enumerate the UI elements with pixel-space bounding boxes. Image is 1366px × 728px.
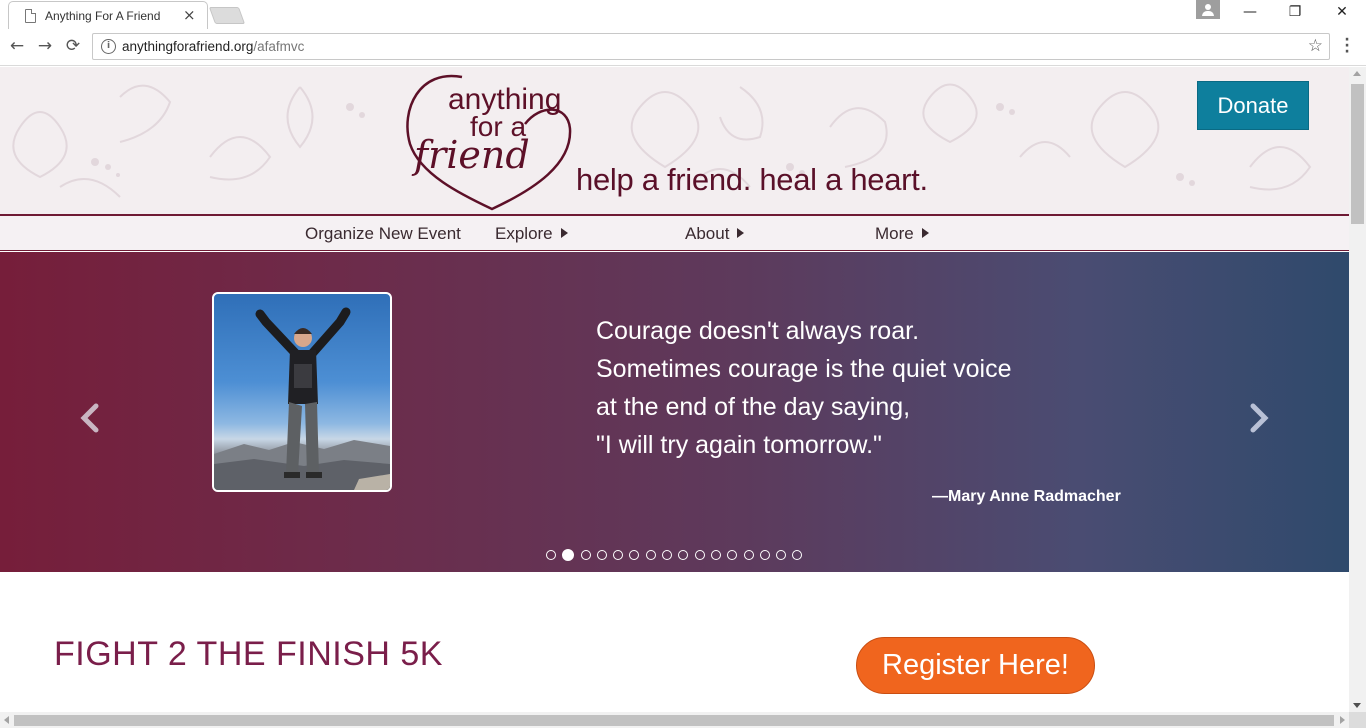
- scrollbar-corner: [1349, 712, 1366, 728]
- carousel-dot[interactable]: [776, 549, 787, 560]
- quote-line: at the end of the day saying,: [596, 393, 911, 421]
- tab-title: Anything For A Friend: [45, 9, 161, 23]
- nav-about[interactable]: About: [685, 224, 745, 244]
- carousel-dot[interactable]: [710, 549, 721, 560]
- horizontal-scrollbar[interactable]: [0, 712, 1349, 728]
- window-close-button[interactable]: ✕: [1332, 4, 1352, 20]
- quote-line: Courage doesn't always roar.: [596, 317, 920, 345]
- vertical-scrollbar[interactable]: [1349, 67, 1366, 712]
- logo-text-line3: friend: [414, 133, 530, 177]
- carousel-dot[interactable]: [629, 549, 640, 560]
- carousel-dot[interactable]: [694, 549, 705, 560]
- scroll-up-icon[interactable]: [1353, 71, 1361, 76]
- site-logo[interactable]: anything for a friend: [400, 69, 600, 214]
- donate-button[interactable]: Donate: [1197, 81, 1309, 130]
- carousel-dot[interactable]: [743, 549, 754, 560]
- carousel-dot[interactable]: [596, 549, 607, 560]
- close-icon[interactable]: ×: [183, 6, 196, 24]
- address-bar[interactable]: i anythingforafriend.org/afafmvc ☆: [92, 33, 1330, 60]
- profile-icon[interactable]: [1196, 0, 1220, 19]
- url-path: /afafmvc: [253, 39, 305, 54]
- chevron-left-icon[interactable]: [79, 402, 103, 434]
- register-button[interactable]: Register Here!: [856, 637, 1095, 694]
- url-host: anythingforafriend.org: [122, 39, 254, 54]
- forward-icon[interactable]: →: [34, 36, 56, 56]
- hero-carousel: Courage doesn't always roar. Sometimes c…: [0, 252, 1349, 572]
- nav-label: Explore: [495, 224, 553, 243]
- scroll-left-icon[interactable]: [4, 716, 9, 724]
- carousel-dot[interactable]: [580, 549, 591, 560]
- reload-icon[interactable]: ⟳: [62, 36, 84, 56]
- carousel-dot[interactable]: [792, 549, 803, 560]
- site-header: anything for a friend help a friend. hea…: [0, 67, 1349, 216]
- page-icon: [25, 9, 36, 23]
- chevron-right-icon[interactable]: [1246, 402, 1270, 434]
- nav-label: More: [875, 224, 914, 243]
- quote-author: —Mary Anne Radmacher: [932, 488, 1121, 505]
- quote-line: Sometimes courage is the quiet voice: [596, 355, 1012, 383]
- carousel-dot[interactable]: [678, 549, 689, 560]
- carousel-dot[interactable]: [662, 549, 673, 560]
- caret-right-icon: [560, 228, 568, 238]
- menu-icon[interactable]: · · ·: [1342, 33, 1352, 59]
- page-viewport: anything for a friend help a friend. hea…: [0, 67, 1349, 712]
- quote-line: "I will try again tomorrow.": [596, 431, 882, 459]
- star-icon[interactable]: ☆: [1308, 36, 1323, 56]
- maximize-button[interactable]: ❐: [1285, 4, 1305, 20]
- browser-tab[interactable]: Anything For A Friend ×: [8, 1, 208, 29]
- carousel-dot[interactable]: [727, 549, 738, 560]
- tab-strip: Anything For A Friend × — ❐ ✕: [0, 0, 1366, 29]
- info-icon[interactable]: i: [101, 39, 116, 54]
- carousel-dot[interactable]: [546, 549, 556, 560]
- browser-toolbar: ← → ⟳ i anythingforafriend.org/afafmvc ☆…: [0, 29, 1366, 66]
- carousel-indicators: [546, 544, 809, 561]
- nav-label: Organize New Event: [305, 224, 461, 243]
- scrollbar-thumb[interactable]: [1351, 84, 1364, 224]
- url-text[interactable]: anythingforafriend.org/afafmvc: [122, 39, 304, 54]
- event-title: FIGHT 2 THE FINISH 5K: [54, 635, 443, 673]
- caret-right-icon: [737, 228, 745, 238]
- nav-organize-new-event[interactable]: Organize New Event: [305, 224, 461, 244]
- tagline: help a friend. heal a heart.: [576, 162, 928, 197]
- carousel-dot[interactable]: [613, 549, 624, 560]
- scroll-right-icon[interactable]: [1340, 716, 1345, 724]
- new-tab-button[interactable]: [208, 7, 246, 24]
- carousel-dot[interactable]: [759, 549, 770, 560]
- back-icon[interactable]: ←: [6, 36, 28, 56]
- minimize-button[interactable]: —: [1240, 4, 1260, 20]
- scrollbar-thumb[interactable]: [14, 715, 1334, 726]
- nav-more[interactable]: More: [875, 224, 929, 244]
- carousel-dot[interactable]: [562, 548, 575, 561]
- quote-text: Courage doesn't always roar. Sometimes c…: [596, 312, 1012, 464]
- nav-label: About: [685, 224, 730, 243]
- main-nav: Organize New Event Explore About More: [0, 216, 1349, 251]
- scroll-down-icon[interactable]: [1353, 703, 1361, 708]
- nav-explore[interactable]: Explore: [495, 224, 568, 244]
- hiker-illustration: [214, 307, 390, 490]
- carousel-dot[interactable]: [645, 549, 656, 560]
- caret-right-icon: [921, 228, 929, 238]
- slide-photo: [212, 292, 392, 492]
